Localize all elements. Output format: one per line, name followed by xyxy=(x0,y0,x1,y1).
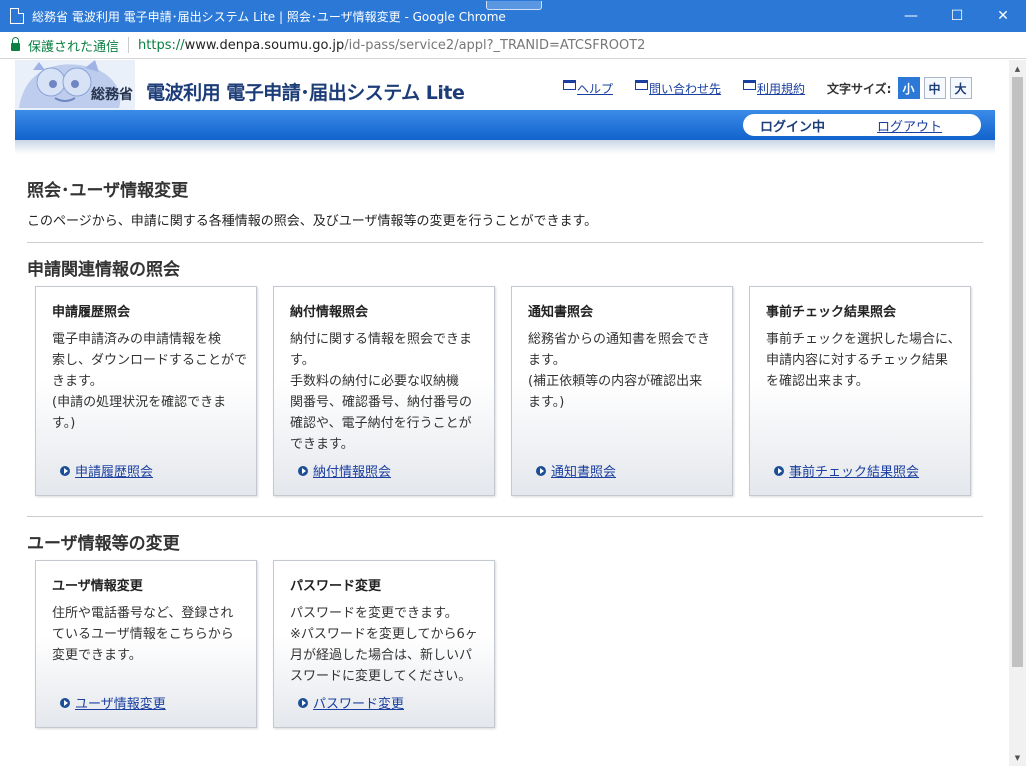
scrollbar-thumb[interactable] xyxy=(1012,77,1023,667)
arrow-circle-icon xyxy=(774,465,784,476)
arrow-circle-icon xyxy=(298,465,308,476)
address-separator xyxy=(128,37,130,53)
page-viewport: 総務省 電波利用 電子申請･届出システム Lite ヘルプ 問い合わせ先 利用規… xyxy=(0,60,1026,766)
contact-link-label: 問い合わせ先 xyxy=(649,81,722,96)
font-size-label: 文字サイズ: xyxy=(827,81,892,96)
font-size-small-button[interactable]: 小 xyxy=(897,77,920,99)
card-description: 事前チェックを選択した場合に、 申請内容に対するチェック結果 を確認出来ます。 xyxy=(766,332,961,389)
ministry-name: 総務省 xyxy=(91,87,133,103)
application-history-link[interactable]: 申請履歴照会 xyxy=(60,461,153,480)
card-description: 住所や電話番号など、登録され ているユーザ情報をこちらから 変更できます。 xyxy=(52,606,234,663)
arrow-circle-icon xyxy=(60,697,70,708)
font-size-large-button[interactable]: 大 xyxy=(949,77,972,99)
card-description: パスワードを変更できます。 ※パスワードを変更してから6ヶ 月が経過した場合は、… xyxy=(290,606,478,684)
card-title: パスワード変更 xyxy=(290,579,382,594)
terms-link[interactable]: 利用規約 xyxy=(743,80,805,97)
site-header: 総務省 電波利用 電子申請･届出システム Lite ヘルプ 問い合わせ先 利用規… xyxy=(15,60,995,110)
card-precheck-result: 事前チェック結果照会 事前チェックを選択した場合に、 申請内容に対するチェック結… xyxy=(749,286,971,496)
terms-link-label: 利用規約 xyxy=(757,81,806,96)
maximize-button[interactable]: ☐ xyxy=(934,0,980,32)
site-logo[interactable]: 総務省 電波利用 電子申請･届出システム Lite xyxy=(91,78,465,105)
card-password-change: パスワード変更 パスワードを変更できます。 ※パスワードを変更してから6ヶ 月が… xyxy=(273,560,495,728)
card-description: 電子申請済みの申請情報を検 索し、ダウンロードすることがで きます。 (申請の処… xyxy=(52,332,248,431)
section-title-user-change: ユーザ情報等の変更 xyxy=(27,534,180,554)
card-link-label: ユーザ情報変更 xyxy=(75,697,166,712)
card-title: 通知書照会 xyxy=(528,305,594,320)
url-host[interactable]: www.denpa.soumu.go.jp xyxy=(185,38,345,53)
card-payment-info: 納付情報照会 納付に関する情報を照会できま す。 手数料の納付に必要な収納機 関… xyxy=(273,286,495,496)
vertical-scrollbar[interactable]: ▲ ▼ xyxy=(1009,60,1026,766)
card-title: 納付情報照会 xyxy=(290,305,369,320)
card-link-label: 事前チェック結果照会 xyxy=(789,465,920,480)
card-description: 納付に関する情報を照会できま す。 手数料の納付に必要な収納機 関番号、確認番号… xyxy=(290,332,473,452)
card-link-label: パスワード変更 xyxy=(313,697,405,712)
card-description: 総務省からの通知書を照会でき ます。 (補正依頼等の内容が確認出来 ます。) xyxy=(528,332,711,410)
card-application-history: 申請履歴照会 電子申請済みの申請情報を検 索し、ダウンロードすることがで きます… xyxy=(35,286,257,496)
window-titlebar: 総務省 電波利用 電子申請･届出システム Lite | 照会･ユーザ情報変更 -… xyxy=(0,0,1026,32)
user-info-change-link[interactable]: ユーザ情報変更 xyxy=(60,693,166,712)
window-title: 総務省 電波利用 電子申請･届出システム Lite | 照会･ユーザ情報変更 -… xyxy=(32,9,506,24)
page-description: このページから、申請に関する各種情報の照会、及びユーザ情報等の変更を行うことがで… xyxy=(27,214,598,229)
logout-link[interactable]: ログアウト xyxy=(877,116,942,135)
document-icon xyxy=(10,8,24,24)
window-icon xyxy=(635,80,649,90)
url-scheme[interactable]: https:// xyxy=(138,38,185,53)
section-title-inquiry: 申請関連情報の照会 xyxy=(27,260,180,280)
card-title: 事前チェック結果照会 xyxy=(766,305,897,320)
login-status-bar: ログイン中 ログアウト xyxy=(743,114,981,136)
card-link-label: 納付情報照会 xyxy=(313,465,392,480)
window-icon xyxy=(743,80,757,90)
top-links: ヘルプ 問い合わせ先 利用規約 文字サイズ: 小 中 大 xyxy=(563,77,972,99)
divider xyxy=(27,242,983,243)
address-bar[interactable]: 保護された通信 https://www.denpa.soumu.go.jp/id… xyxy=(0,32,1026,59)
arrow-circle-icon xyxy=(536,465,546,476)
card-user-info-change: ユーザ情報変更 住所や電話番号など、登録され ているユーザ情報をこちらから 変更… xyxy=(35,560,257,728)
lock-icon[interactable] xyxy=(11,37,20,51)
scroll-down-arrow-icon[interactable]: ▼ xyxy=(1009,749,1026,766)
login-status: ログイン中 xyxy=(760,119,826,135)
help-link[interactable]: ヘルプ xyxy=(563,80,613,97)
scroll-up-arrow-icon[interactable]: ▲ xyxy=(1009,60,1026,77)
close-button[interactable]: ✕ xyxy=(980,0,1026,32)
card-link-label: 通知書照会 xyxy=(551,465,617,480)
notice-link[interactable]: 通知書照会 xyxy=(536,461,616,480)
secure-label[interactable]: 保護された通信 xyxy=(28,36,119,55)
card-title: ユーザ情報変更 xyxy=(52,579,143,594)
password-change-link[interactable]: パスワード変更 xyxy=(298,693,404,712)
header-bar: ログイン中 ログアウト xyxy=(15,110,995,140)
window-drag-handle[interactable] xyxy=(486,1,542,10)
contact-link[interactable]: 問い合わせ先 xyxy=(635,80,721,97)
page-title: 照会･ユーザ情報変更 xyxy=(27,181,189,201)
payment-info-link[interactable]: 納付情報照会 xyxy=(298,461,391,480)
url-path[interactable]: /id-pass/service2/appl?_TRANID=ATCSFROOT… xyxy=(344,38,645,53)
system-name: 電波利用 電子申請･届出システム Lite xyxy=(146,82,465,104)
arrow-circle-icon xyxy=(60,465,70,476)
card-title: 申請履歴照会 xyxy=(52,305,131,320)
arrow-circle-icon xyxy=(298,697,308,708)
help-link-label: ヘルプ xyxy=(577,81,614,96)
window-icon xyxy=(563,80,576,90)
font-size-medium-button[interactable]: 中 xyxy=(923,77,946,99)
header-shadow xyxy=(15,140,995,154)
divider xyxy=(27,516,983,517)
minimize-button[interactable]: — xyxy=(888,0,934,32)
precheck-result-link[interactable]: 事前チェック結果照会 xyxy=(774,461,919,480)
card-link-label: 申請履歴照会 xyxy=(75,465,154,480)
card-notice: 通知書照会 総務省からの通知書を照会でき ます。 (補正依頼等の内容が確認出来 … xyxy=(511,286,733,496)
